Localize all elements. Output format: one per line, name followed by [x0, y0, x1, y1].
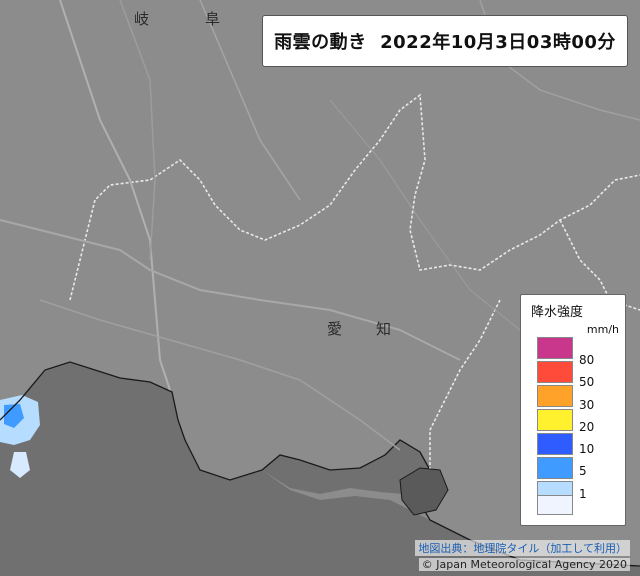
legend-label-80: 80 — [579, 353, 595, 367]
map-label-gifu-1: 岐 — [134, 10, 150, 28]
title-datetime: 2022年10月3日03時00分 — [380, 32, 616, 53]
map-label-aichi-2: 知 — [376, 320, 392, 338]
legend-label-10: 10 — [579, 442, 595, 456]
legend-label-1: 1 — [579, 487, 587, 501]
title-box: 雨雲の動き 2022年10月3日03時00分 — [262, 15, 628, 67]
legend-swatch-50 — [537, 361, 573, 383]
legend-swatch-10 — [537, 433, 573, 455]
legend-label-30: 30 — [579, 398, 595, 412]
legend-swatch-0 — [537, 495, 573, 515]
legend-swatch-80 — [537, 337, 573, 359]
legend-swatch-30 — [537, 385, 573, 407]
legend-label-50: 50 — [579, 375, 595, 389]
legend-swatch-5 — [537, 457, 573, 479]
map-source-link[interactable]: 地図出典：地理院タイル（加工して利用） — [415, 540, 630, 556]
title-label: 雨雲の動き — [274, 32, 367, 53]
legend-swatch-20 — [537, 409, 573, 431]
legend-unit: mm/h — [586, 323, 619, 336]
copyright-text: © Japan Meteorological Agency 2020 — [418, 558, 630, 571]
legend-label-5: 5 — [579, 464, 587, 478]
legend-title: 降水強度 — [531, 305, 584, 320]
precipitation-legend: 降水強度 mm/h 80 50 30 20 10 5 1 — [520, 294, 626, 526]
map-label-aichi-1: 愛 — [327, 320, 343, 338]
legend-label-20: 20 — [579, 420, 595, 434]
map-label-gifu-2: 阜 — [205, 10, 221, 28]
